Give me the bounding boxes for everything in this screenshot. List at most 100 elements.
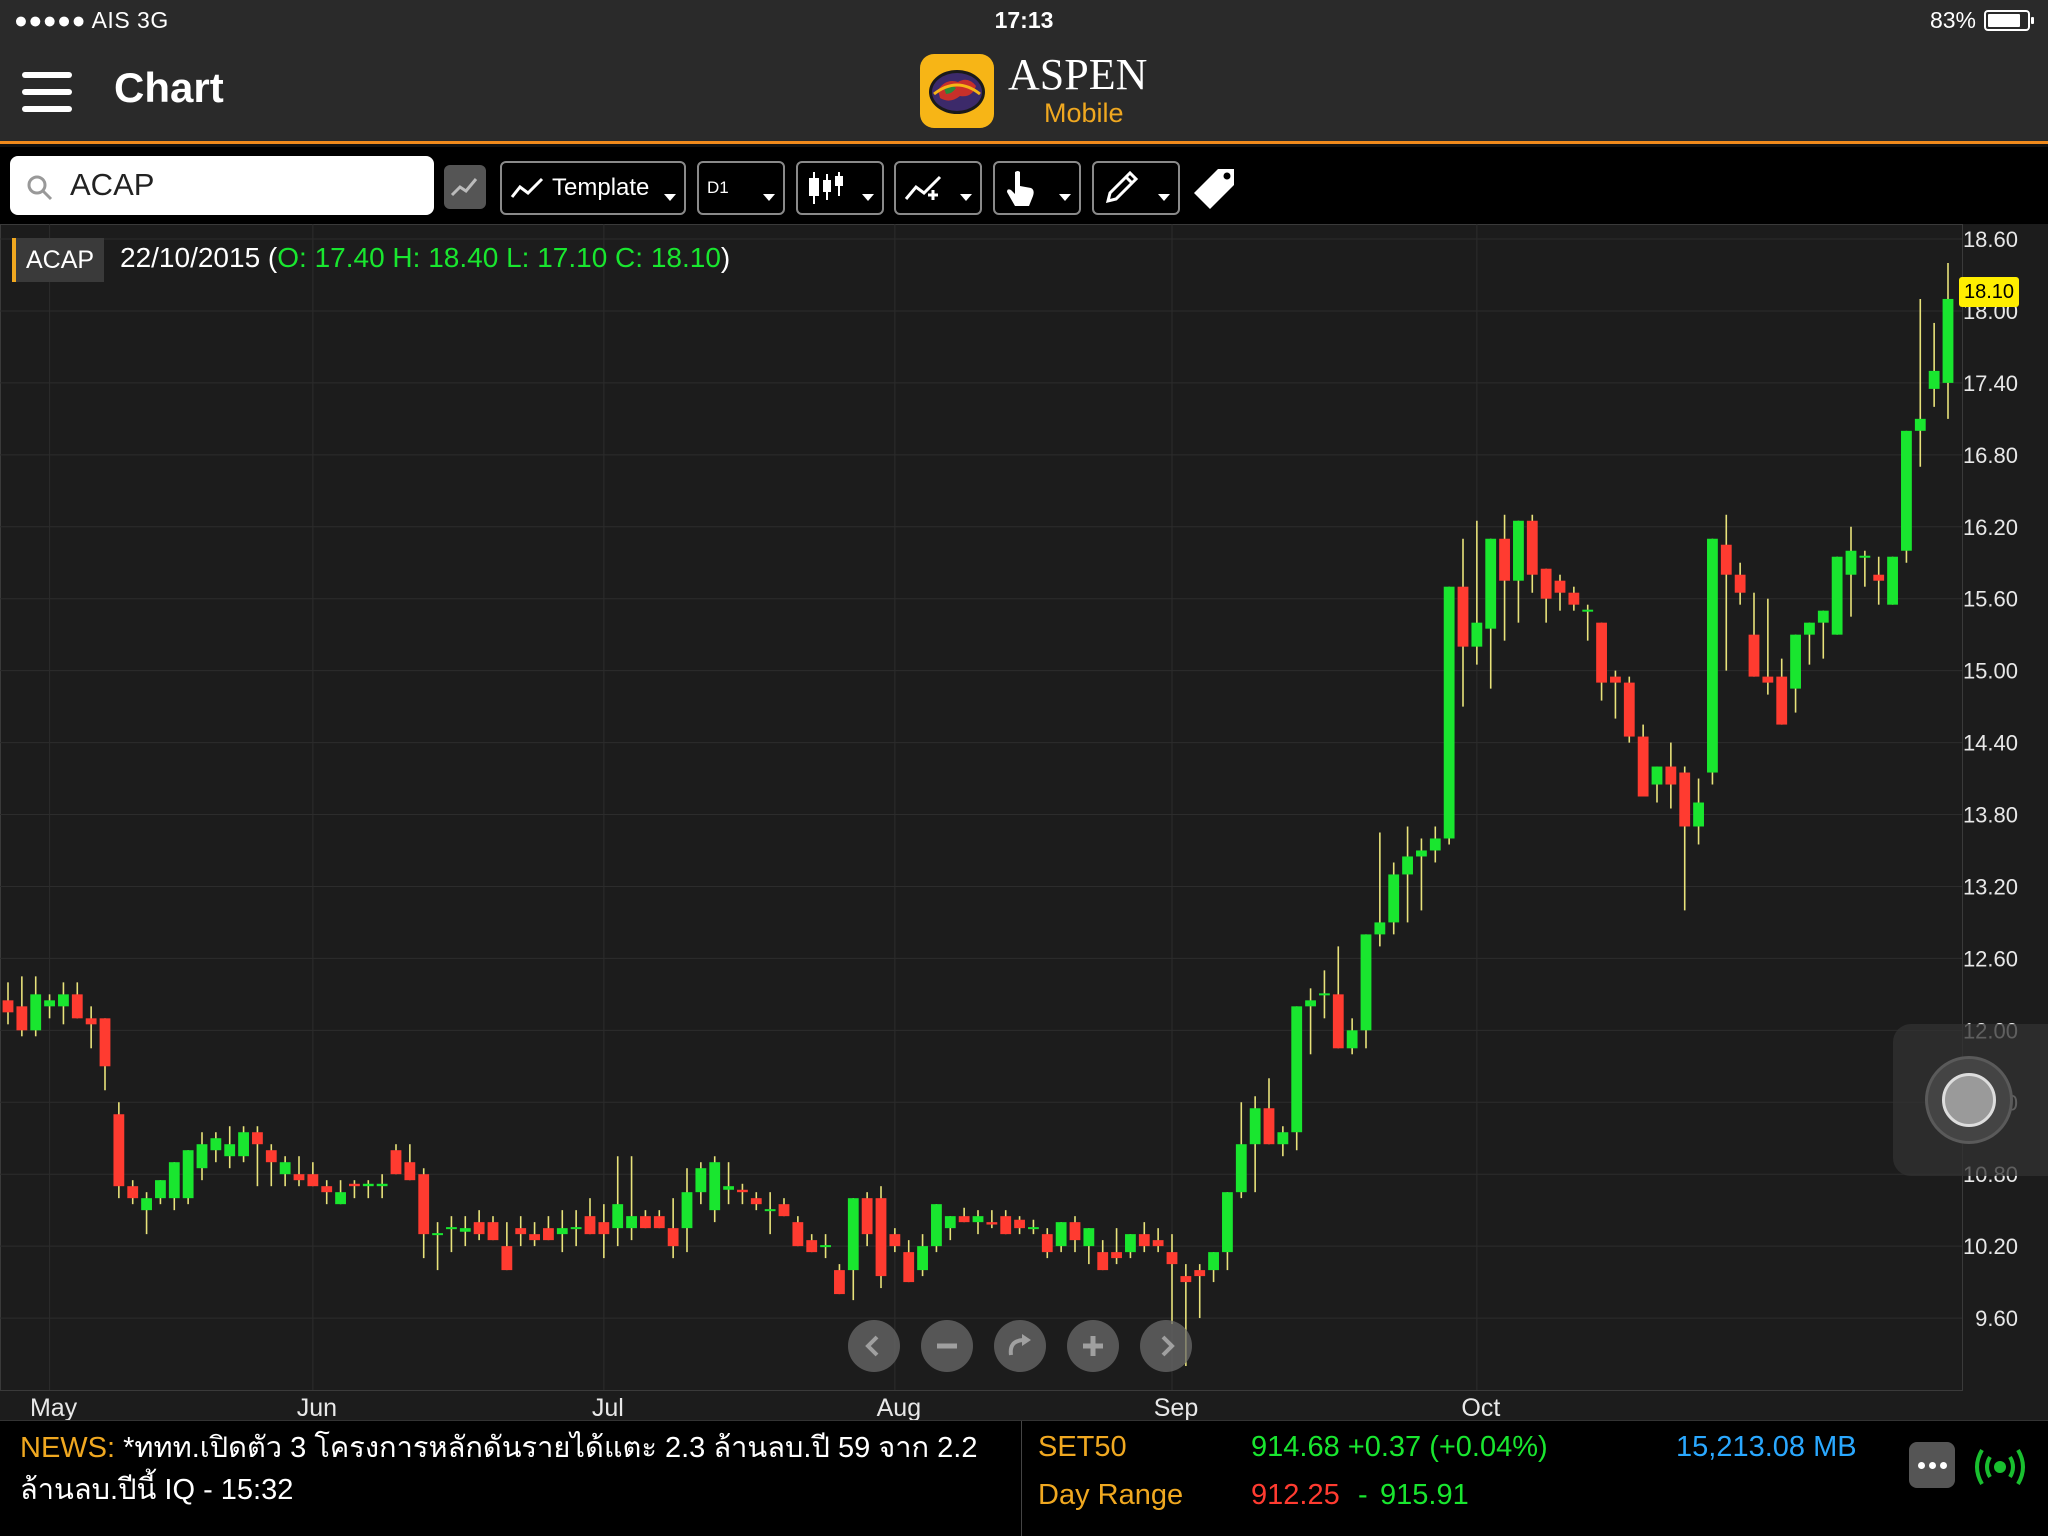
candle bbox=[820, 1234, 831, 1259]
index-value: 914.68 +0.37 (+0.04%) bbox=[1251, 1431, 1548, 1463]
candle bbox=[1332, 946, 1344, 1049]
y-tick-label: 10.20 bbox=[1963, 1234, 2018, 1259]
candle-body bbox=[224, 1144, 236, 1157]
candle bbox=[778, 1198, 790, 1217]
candle bbox=[1000, 1210, 1012, 1235]
candle-body bbox=[764, 1209, 776, 1212]
candle-body bbox=[667, 1228, 679, 1247]
candle bbox=[986, 1210, 998, 1229]
candle-body bbox=[1277, 1132, 1289, 1145]
candle-body bbox=[792, 1222, 804, 1247]
candle-body bbox=[141, 1198, 152, 1211]
y-tick-label: 16.80 bbox=[1963, 443, 2018, 468]
candle-body bbox=[875, 1198, 887, 1277]
candle-body bbox=[1526, 520, 1538, 575]
more-dots-icon bbox=[1917, 1461, 1925, 1469]
symbol-search-box[interactable] bbox=[10, 156, 434, 215]
candle-body bbox=[459, 1228, 471, 1232]
candle-body bbox=[1235, 1144, 1247, 1193]
candle-body bbox=[44, 1000, 55, 1007]
candle bbox=[723, 1162, 734, 1205]
candle-body bbox=[1582, 609, 1594, 612]
candlestick-type-dropdown[interactable] bbox=[796, 161, 884, 215]
scroll-right-button[interactable] bbox=[1140, 1320, 1192, 1372]
candle bbox=[155, 1180, 166, 1205]
menu-button[interactable] bbox=[18, 62, 78, 122]
candle bbox=[1222, 1192, 1233, 1271]
candle bbox=[196, 1132, 208, 1181]
candle-body bbox=[307, 1174, 319, 1187]
battery-level bbox=[1988, 14, 2020, 27]
drag-handle-knob bbox=[1942, 1073, 1996, 1127]
scroll-left-button[interactable] bbox=[848, 1320, 900, 1372]
candle-body bbox=[432, 1233, 443, 1236]
candle bbox=[792, 1216, 804, 1247]
candle-body bbox=[335, 1192, 346, 1205]
candle-body bbox=[1734, 574, 1746, 593]
candle-body bbox=[1499, 538, 1510, 581]
candle bbox=[362, 1180, 374, 1199]
pointer-dropdown[interactable] bbox=[993, 161, 1081, 215]
candle-body bbox=[570, 1227, 582, 1230]
candle bbox=[1596, 622, 1607, 701]
candle bbox=[335, 1180, 346, 1205]
chart-grid bbox=[0, 224, 1963, 1391]
period-dropdown[interactable]: D1 bbox=[697, 161, 785, 215]
connection-signal-icon[interactable] bbox=[1974, 1443, 2026, 1489]
symbol-search-input[interactable] bbox=[70, 164, 420, 206]
ohlc-date: 22/10/2015 bbox=[120, 242, 261, 273]
candle-body bbox=[903, 1252, 915, 1283]
x-tick-label: Sep bbox=[1154, 1394, 1198, 1420]
more-dots-icon bbox=[1939, 1461, 1947, 1469]
crosshair-drag-handle[interactable] bbox=[1925, 1056, 2013, 1144]
candle bbox=[1804, 622, 1815, 665]
candle bbox=[570, 1210, 582, 1247]
chart-type-icon bbox=[450, 178, 478, 197]
candle bbox=[85, 1006, 97, 1049]
candle-body bbox=[1443, 586, 1455, 839]
candle-body bbox=[1097, 1252, 1109, 1271]
candle-body bbox=[16, 1006, 28, 1031]
chevron-down-icon bbox=[960, 194, 972, 201]
candle bbox=[1610, 670, 1621, 719]
news-ticker[interactable]: NEWS: *ททท.เปิดตัว 3 โครงการหลักดันรายได… bbox=[20, 1427, 1020, 1511]
candle-body bbox=[1457, 586, 1469, 647]
candle bbox=[1568, 586, 1580, 611]
candle-body bbox=[1346, 1030, 1358, 1049]
candle-body bbox=[1416, 850, 1427, 857]
chart-area[interactable]: 18.60 18.00 17.40 16.80 16.20 15.60 15.00 14.40… bbox=[0, 224, 2048, 1420]
day-range-high: 915.91 bbox=[1380, 1479, 1469, 1511]
zoom-in-button[interactable] bbox=[1067, 1320, 1119, 1372]
more-button[interactable] bbox=[1909, 1442, 1955, 1488]
battery-percent: 83% bbox=[1929, 7, 1976, 33]
candle bbox=[376, 1174, 388, 1199]
candle-body bbox=[113, 1114, 125, 1187]
indicator-dropdown[interactable] bbox=[894, 161, 982, 215]
candle-body bbox=[1388, 874, 1400, 923]
ohlc-info: 22/10/2015 (O: 17.40 H: 18.40 L: 17.10 C… bbox=[120, 242, 730, 274]
candle-body bbox=[210, 1138, 222, 1151]
x-tick-label: Oct bbox=[1461, 1394, 1500, 1420]
hamburger-icon bbox=[22, 89, 72, 95]
template-dropdown[interactable]: Template bbox=[500, 161, 686, 215]
candle bbox=[1041, 1228, 1053, 1259]
chart-type-button[interactable] bbox=[444, 165, 486, 209]
drawing-tool-dropdown[interactable] bbox=[1092, 161, 1180, 215]
candlestick-chart[interactable]: 18.6018.0017.4016.8016.2015.6015.0014.40… bbox=[0, 224, 2048, 1420]
candle-body bbox=[404, 1162, 416, 1181]
candle-body bbox=[293, 1174, 305, 1181]
price-tag-button[interactable] bbox=[1190, 161, 1240, 215]
more-dots-icon bbox=[1928, 1461, 1936, 1469]
zoom-out-button[interactable] bbox=[921, 1320, 973, 1372]
candle bbox=[1776, 658, 1788, 725]
candle bbox=[1291, 1006, 1303, 1151]
reset-view-button[interactable] bbox=[994, 1320, 1046, 1372]
candle-body bbox=[1429, 838, 1441, 851]
candle-body bbox=[390, 1150, 402, 1175]
candle bbox=[1526, 514, 1538, 593]
candle bbox=[931, 1204, 942, 1253]
candle-body bbox=[1111, 1252, 1122, 1259]
chevron-down-icon bbox=[862, 194, 874, 201]
reset-icon bbox=[1008, 1334, 1031, 1356]
candle bbox=[2, 982, 14, 1025]
